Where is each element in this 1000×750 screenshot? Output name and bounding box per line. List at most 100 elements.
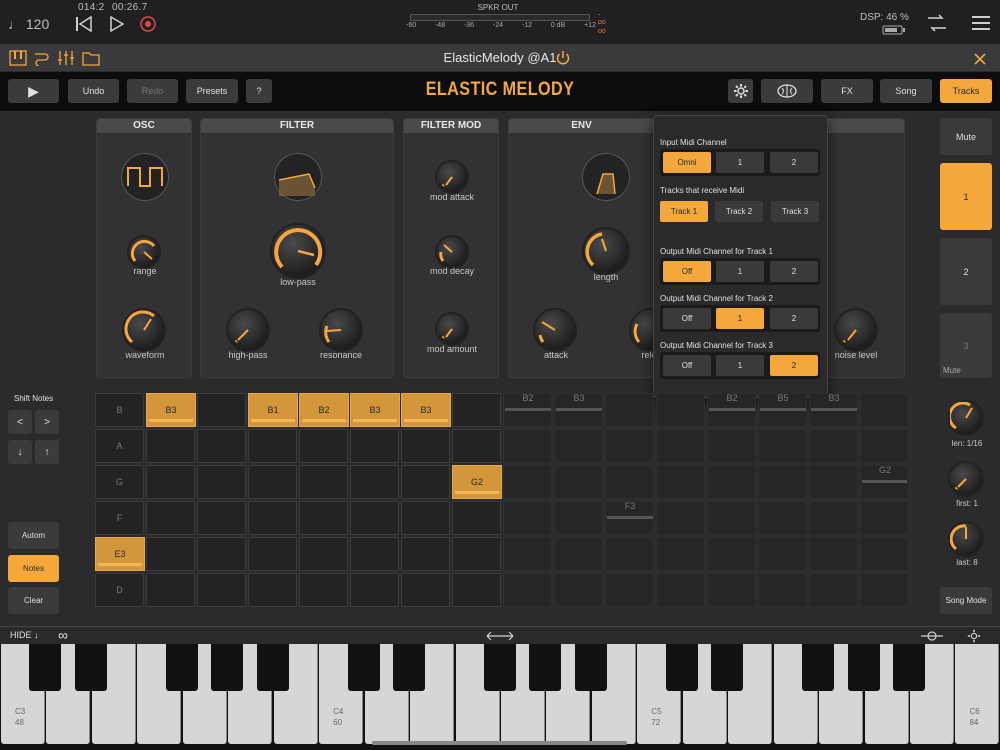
loop-icon[interactable]: ∞ (58, 627, 68, 643)
osc-waveform-display[interactable] (121, 153, 169, 201)
grid-cell[interactable] (401, 429, 450, 463)
black-key[interactable] (393, 644, 426, 691)
range-knob[interactable] (127, 235, 161, 269)
note-block[interactable]: G2 (452, 465, 502, 499)
close-icon[interactable] (973, 52, 987, 66)
grid-cell[interactable] (707, 465, 756, 499)
grid-cell[interactable] (248, 573, 297, 607)
grid-cell[interactable] (350, 537, 399, 571)
noise-level-knob[interactable] (834, 308, 878, 352)
tempo-display[interactable]: ♩ 120 (8, 16, 49, 32)
tracks-button[interactable]: Tracks (940, 79, 992, 103)
scroll-arrows-icon[interactable] (485, 630, 515, 642)
track-2-button[interactable]: 2 (940, 238, 992, 305)
grid-cell[interactable] (554, 501, 603, 535)
grid-cell[interactable] (860, 537, 907, 571)
grid-cell[interactable] (860, 573, 907, 607)
receive-track-2-option[interactable]: Track 2 (715, 201, 763, 222)
white-key[interactable]: C6 84 (955, 644, 1000, 744)
black-key[interactable] (802, 644, 835, 691)
grid-cell[interactable] (656, 573, 705, 607)
out-t1-off-option[interactable]: Off (663, 261, 711, 282)
grid-cell[interactable] (758, 465, 807, 499)
note-block[interactable]: B1 (248, 393, 298, 427)
grid-cell[interactable] (350, 465, 399, 499)
last-knob[interactable] (948, 521, 984, 557)
grid-cell[interactable] (503, 429, 552, 463)
note-block[interactable]: E3 (95, 537, 145, 571)
grid-cell[interactable] (299, 537, 348, 571)
black-key[interactable] (483, 644, 516, 691)
grid-cell[interactable] (605, 573, 654, 607)
grid-cell[interactable] (605, 429, 654, 463)
black-key[interactable] (711, 644, 744, 691)
grid-cell[interactable] (401, 537, 450, 571)
grid-cell[interactable] (605, 537, 654, 571)
note-grid[interactable]: BAGFEDB3B1B2B3B3G2E3B2B3B2B5B3G2F3 (95, 393, 907, 615)
fx-button[interactable]: FX (821, 79, 873, 103)
shift-down-button[interactable]: ↓ (8, 440, 32, 464)
grid-cell[interactable] (758, 501, 807, 535)
grid-cell[interactable] (860, 501, 907, 535)
out-t3-ch1-option[interactable]: 1 (716, 355, 764, 376)
mod-attack-knob[interactable] (435, 160, 469, 194)
grid-cell[interactable] (197, 429, 246, 463)
grid-cell[interactable] (248, 501, 297, 535)
waveform-knob[interactable] (122, 308, 166, 352)
note-block[interactable]: B3 (350, 393, 400, 427)
grid-cell[interactable] (554, 573, 603, 607)
grid-cell[interactable] (197, 465, 246, 499)
piano-keyboard[interactable]: C3 48 C4 60 C5 72 C6 84 (0, 644, 1000, 750)
grid-cell[interactable] (452, 429, 501, 463)
grid-cell[interactable] (299, 429, 348, 463)
grid-cell[interactable] (401, 465, 450, 499)
input-omni-option[interactable]: Omni (663, 152, 711, 173)
grid-cell[interactable] (197, 573, 246, 607)
length-knob[interactable] (582, 227, 630, 275)
grid-cell[interactable] (299, 573, 348, 607)
grid-cell[interactable] (554, 537, 603, 571)
grid-cell[interactable] (503, 573, 552, 607)
grid-cell[interactable] (809, 501, 858, 535)
grid-cell[interactable] (401, 573, 450, 607)
grid-cell[interactable] (809, 429, 858, 463)
grid-cell[interactable] (707, 573, 756, 607)
receive-track-1-option[interactable]: Track 1 (660, 201, 708, 222)
black-key[interactable] (74, 644, 107, 691)
env-shape-display[interactable] (582, 153, 630, 201)
input-ch1-option[interactable]: 1 (716, 152, 764, 173)
play-icon[interactable] (105, 13, 127, 35)
grid-cell[interactable] (809, 537, 858, 571)
grid-cell[interactable] (350, 429, 399, 463)
out-t2-ch2-option[interactable]: 2 (770, 308, 818, 329)
hide-keyboard-button[interactable]: HIDE ↓ (10, 630, 39, 640)
shift-right-button[interactable]: > (35, 410, 59, 434)
grid-cell[interactable] (146, 465, 195, 499)
grid-cell[interactable] (146, 429, 195, 463)
presets-button[interactable]: Presets (186, 79, 238, 103)
grid-cell[interactable] (452, 393, 501, 427)
len-knob[interactable] (948, 400, 984, 436)
out-t1-ch2-option[interactable]: 2 (770, 261, 818, 282)
receive-track-3-option[interactable]: Track 3 (771, 201, 819, 222)
grid-cell[interactable] (656, 465, 705, 499)
grid-cell[interactable] (350, 501, 399, 535)
mod-decay-knob[interactable] (435, 235, 469, 269)
rewind-icon[interactable] (73, 13, 95, 35)
grid-cell[interactable] (248, 429, 297, 463)
low-pass-knob[interactable] (270, 223, 326, 279)
shift-left-button[interactable]: < (8, 410, 32, 434)
black-key[interactable] (347, 644, 380, 691)
grid-cell[interactable] (452, 501, 501, 535)
grid-cell[interactable] (554, 465, 603, 499)
grid-cell[interactable] (146, 573, 195, 607)
note-block[interactable]: B2 (299, 393, 349, 427)
grid-cell[interactable] (350, 573, 399, 607)
settings-button[interactable] (728, 79, 753, 103)
grid-cell[interactable] (656, 537, 705, 571)
grid-cell[interactable] (860, 393, 907, 427)
routing-icon[interactable] (925, 11, 949, 35)
input-ch2-option[interactable]: 2 (770, 152, 818, 173)
grid-cell[interactable] (197, 537, 246, 571)
black-key[interactable] (665, 644, 698, 691)
